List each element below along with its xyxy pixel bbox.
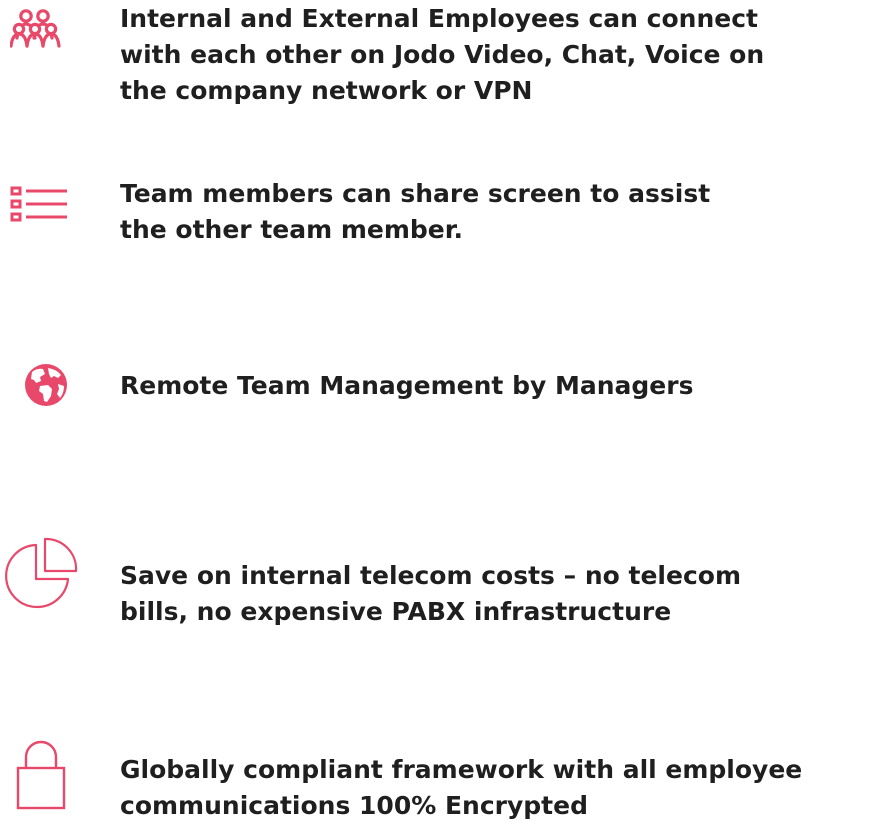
feature-text-telecom-costs: Save on internal telecom costs – no tele… — [120, 558, 860, 630]
feature-line: Remote Team Management by Managers — [120, 371, 694, 400]
lock-icon — [16, 740, 66, 810]
list-icon — [10, 186, 67, 222]
globe-icon — [25, 364, 67, 406]
feature-text-encryption: Globally compliant framework with all em… — [120, 752, 860, 824]
feature-line: bills, no expensive PABX infrastructure — [120, 597, 672, 626]
feature-line: with each other on Jodo Video, Chat, Voi… — [120, 40, 765, 69]
feature-text-share-screen: Team members can share screen to assist … — [120, 176, 860, 248]
feature-line: Save on internal telecom costs – no tele… — [120, 561, 741, 590]
feature-text-employees-connect: Internal and External Employees can conn… — [120, 1, 860, 109]
feature-line: the company network or VPN — [120, 76, 533, 105]
feature-line: the other team member. — [120, 215, 464, 244]
feature-text-remote-management: Remote Team Management by Managers — [120, 368, 860, 404]
people-group-icon — [10, 9, 61, 48]
pie-chart-icon — [5, 537, 78, 609]
feature-line: Globally compliant framework with all em… — [120, 755, 803, 784]
feature-line: Internal and External Employees can conn… — [120, 4, 758, 33]
feature-line: communications 100% Encrypted — [120, 791, 588, 820]
feature-line: Team members can share screen to assist — [120, 179, 711, 208]
